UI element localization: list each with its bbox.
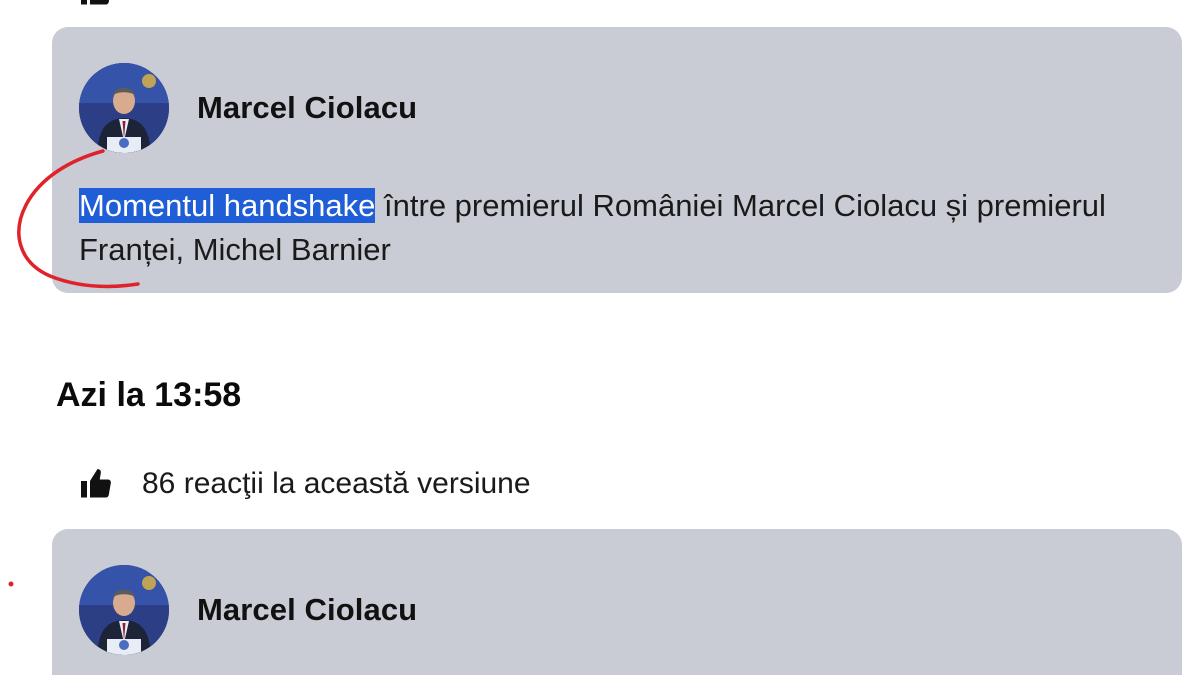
post-text: Momentul handshake între premierul Român… (79, 184, 1139, 272)
post-author[interactable]: Marcel Ciolacu (79, 63, 417, 153)
selected-text: Momentul handshake (79, 188, 376, 223)
avatar[interactable] (79, 63, 169, 153)
reactions-count: 86 reacţii la această versiune (142, 467, 531, 500)
previous-reactions-row (78, 0, 114, 8)
like-icon (78, 0, 114, 14)
version-timestamp: Azi la 13:58 (56, 376, 242, 414)
like-icon (78, 466, 114, 502)
post-author[interactable]: Marcel Ciolacu (79, 565, 417, 655)
author-name[interactable]: Marcel Ciolacu (197, 592, 417, 628)
author-name[interactable]: Marcel Ciolacu (197, 90, 417, 126)
avatar[interactable] (79, 565, 169, 655)
post-version-card: Marcel Ciolacu Momentul handshake între … (52, 27, 1182, 293)
post-version-card: Marcel Ciolacu (52, 529, 1182, 675)
edit-history-page: Marcel Ciolacu Momentul handshake între … (0, 0, 1200, 675)
version-reactions[interactable]: 86 reacţii la această versiune (78, 466, 531, 502)
